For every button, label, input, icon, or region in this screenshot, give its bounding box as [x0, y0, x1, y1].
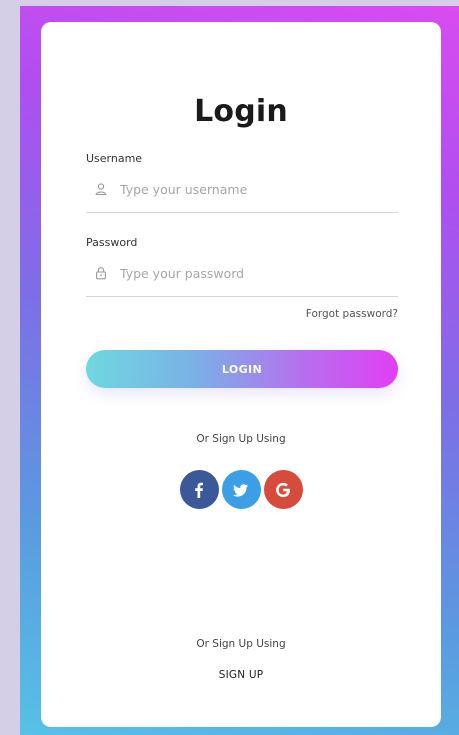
password-label: Password	[86, 236, 138, 249]
username-input-row	[86, 178, 398, 200]
password-field: Password	[86, 236, 398, 297]
username-input[interactable]	[120, 181, 380, 197]
social-signup-prompt: Or Sign Up Using	[196, 433, 286, 445]
twitter-button[interactable]	[221, 470, 261, 509]
forgot-password-link[interactable]: Forgot password?	[306, 308, 398, 320]
password-underline	[86, 296, 398, 297]
login-card: Login Username Password Forgot password?…	[41, 22, 441, 727]
google-button[interactable]	[263, 470, 303, 509]
username-underline	[86, 212, 398, 213]
username-field: Username	[86, 152, 398, 213]
twitter-icon	[233, 483, 248, 497]
password-input[interactable]	[120, 265, 380, 281]
page-title: Login	[194, 94, 288, 129]
google-icon	[276, 482, 290, 497]
login-button[interactable]: LOGIN	[86, 350, 398, 388]
facebook-button[interactable]	[179, 470, 219, 509]
password-input-row	[86, 262, 398, 284]
username-label: Username	[86, 152, 143, 165]
signup-prompt: Or Sign Up Using	[196, 638, 286, 650]
social-buttons	[41, 470, 441, 509]
user-icon	[95, 183, 107, 196]
lock-icon	[96, 267, 106, 280]
facebook-icon	[195, 482, 203, 498]
signup-link[interactable]: SIGN UP	[41, 669, 441, 681]
